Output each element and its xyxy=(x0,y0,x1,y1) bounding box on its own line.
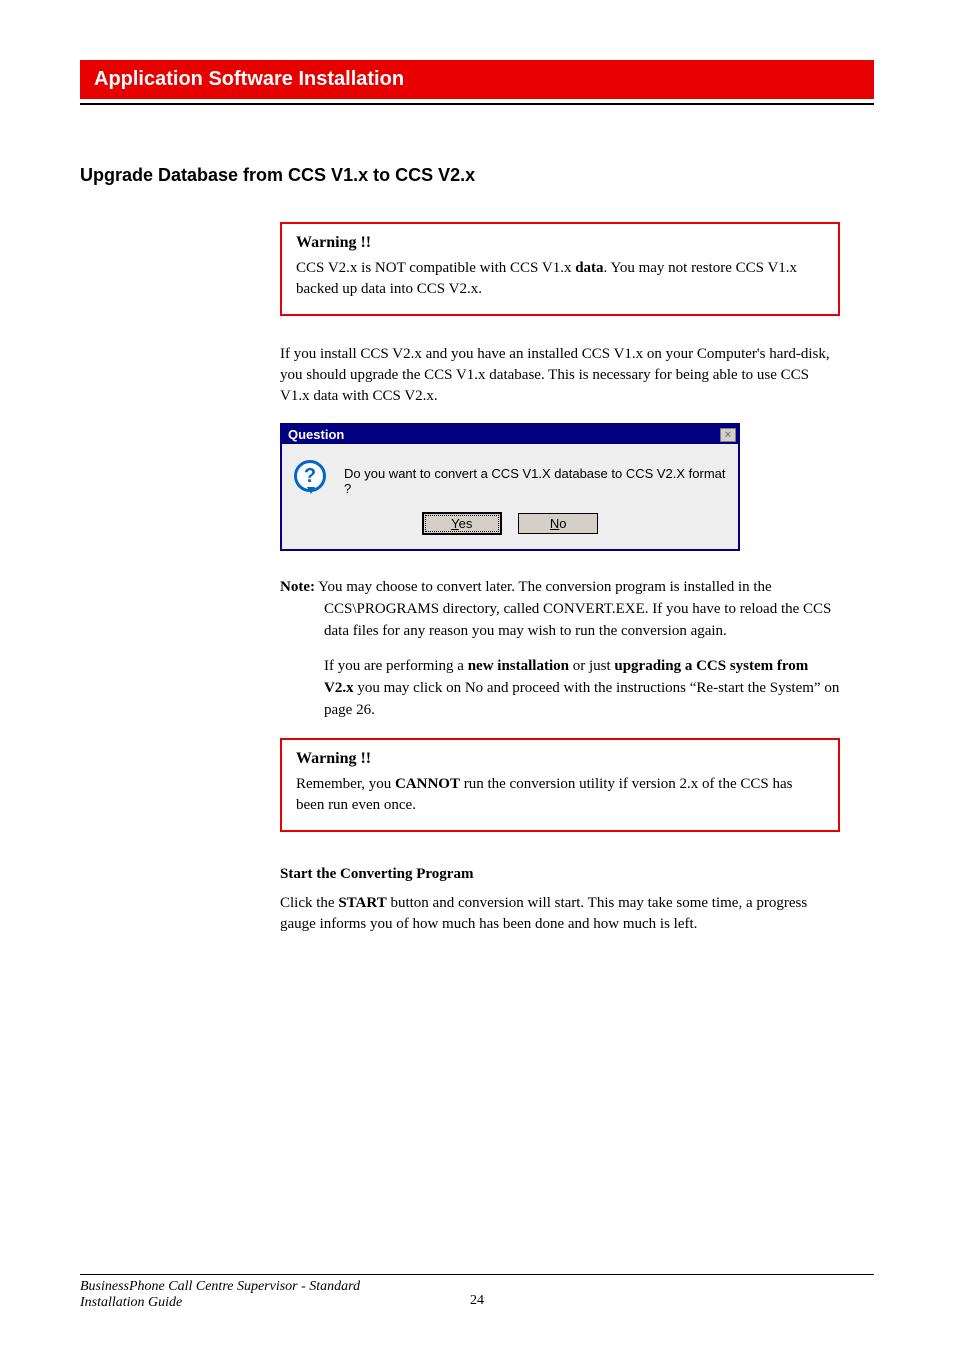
note-label: Note: xyxy=(280,579,315,595)
no-button[interactable]: No xyxy=(518,513,598,534)
warning-box-2: Warning !! Remember, you CANNOT run the … xyxy=(280,738,840,832)
para2-pre: Click the xyxy=(280,895,338,911)
yes-rest: es xyxy=(459,516,473,531)
warning2-text: Remember, you CANNOT run the conversion … xyxy=(296,774,824,816)
banner-underline xyxy=(80,103,874,105)
yes-button[interactable]: Yes xyxy=(422,512,502,535)
warning2-pre: Remember, you xyxy=(296,776,395,792)
section-heading: Upgrade Database from CCS V1.x to CCS V2… xyxy=(80,165,874,186)
no-mnemonic: N xyxy=(550,516,559,531)
para2-bold: START xyxy=(338,895,386,911)
note-text1: You may choose to convert later. The con… xyxy=(315,579,831,639)
close-icon[interactable]: × xyxy=(720,428,736,442)
note-p2-post: you may click on No and proceed with the… xyxy=(324,680,839,718)
dialog-message: Do you want to convert a CCS V1.X databa… xyxy=(344,460,726,496)
page-number: 24 xyxy=(470,1293,484,1309)
dialog-buttons: Yes No xyxy=(282,506,738,549)
paragraph-start: Click the START button and conversion wi… xyxy=(280,893,840,935)
note-p2-b1: new installation xyxy=(468,658,569,674)
note-p2-pre: If you are performing a xyxy=(324,658,468,674)
warning2-bold: CANNOT xyxy=(395,776,460,792)
no-rest: o xyxy=(559,516,566,531)
note-para1: Note: You may choose to convert later. T… xyxy=(280,577,840,642)
banner-title: Application Software Installation xyxy=(80,60,874,99)
warning2-title: Warning !! xyxy=(296,750,824,768)
paragraph-intro: If you install CCS V2.x and you have an … xyxy=(280,344,840,407)
footer-line2: Installation Guide xyxy=(80,1295,360,1311)
dialog-titlebar: Question × xyxy=(282,425,738,444)
note-para2: If you are performing a new installation… xyxy=(280,656,840,721)
page-footer: BusinessPhone Call Centre Supervisor - S… xyxy=(80,1274,874,1311)
question-dialog: Question × ? Do you want to convert a CC… xyxy=(280,423,740,551)
yes-mnemonic: Y xyxy=(451,516,458,531)
note-p2-mid: or just xyxy=(569,658,614,674)
subheading-start-converting: Start the Converting Program xyxy=(280,866,840,883)
warning-box-1: Warning !! CCS V2.x is NOT compatible wi… xyxy=(280,222,840,316)
question-icon: ? xyxy=(294,460,326,492)
dialog-title: Question xyxy=(288,427,344,442)
warning-title: Warning !! xyxy=(296,234,824,252)
warning1-pre: CCS V2.x is NOT compatible with CCS V1.x xyxy=(296,260,575,276)
note-block: Note: You may choose to convert later. T… xyxy=(280,577,840,722)
dialog-body: ? Do you want to convert a CCS V1.X data… xyxy=(282,444,738,506)
warning-text: CCS V2.x is NOT compatible with CCS V1.x… xyxy=(296,258,824,300)
warning1-bold: data xyxy=(575,260,603,276)
footer-line1: BusinessPhone Call Centre Supervisor - S… xyxy=(80,1279,360,1295)
